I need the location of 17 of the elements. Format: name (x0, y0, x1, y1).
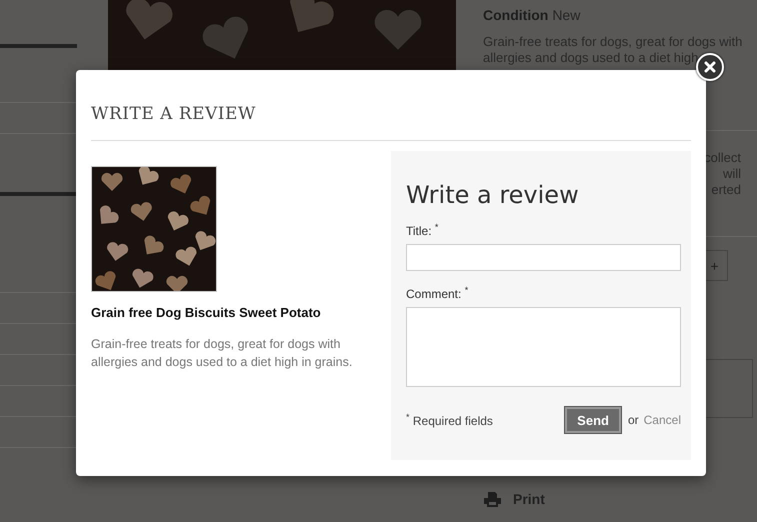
close-button[interactable] (696, 53, 724, 81)
comment-textarea[interactable] (406, 307, 681, 387)
dialog-title: WRITE A REVIEW (91, 104, 691, 141)
product-name: Grain free Dog Biscuits Sweet Potato (91, 305, 322, 320)
form-title: Write a review (406, 181, 580, 209)
field-label: Title: $^{*}$ (406, 222, 440, 238)
send-button[interactable]: Send (565, 407, 621, 433)
close-icon (704, 61, 716, 73)
required-note: $^{*}$ Required fields (406, 412, 494, 428)
printer-icon (484, 492, 501, 506)
or-text: or (628, 413, 639, 427)
condition-label: Condition (483, 7, 548, 23)
field-label: Comment: $^{*}$ (406, 285, 470, 301)
product-description: Grain-free treats for dogs, great for dogs with allergies and dogs used to a diet high in grains. (91, 336, 354, 371)
cancel-link[interactable]: Cancel (644, 413, 681, 427)
print-link[interactable]: Print (513, 491, 545, 507)
title-input[interactable] (406, 244, 681, 271)
